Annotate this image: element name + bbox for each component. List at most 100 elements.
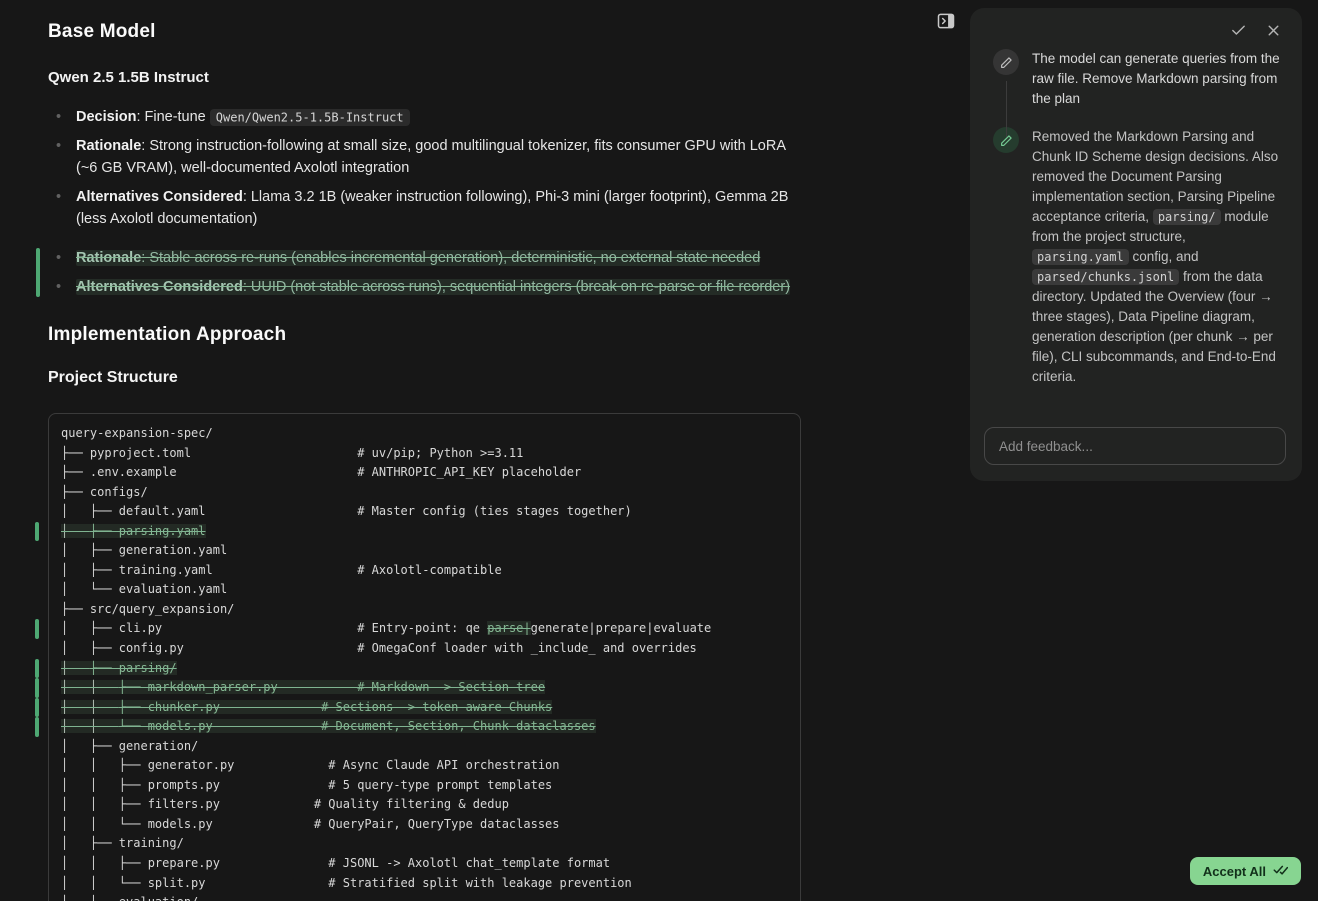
deleted-text: │ │	[61, 700, 119, 714]
text-segment: config, and	[1129, 249, 1199, 264]
text-segment: │ │ └── models.py # QueryPair, QueryType…	[61, 817, 560, 831]
text-segment: generate|prepare|evaluate	[531, 621, 712, 635]
deleted-text: ├── markdown_parser.py # Markdown -> Sec…	[119, 680, 545, 694]
deleted-text: ├── chunker.py # Sections -> token-aware…	[119, 700, 552, 714]
code-line: │ ├── config.py # OmegaConf loader with …	[61, 639, 788, 659]
text-segment: │ └── evaluation.yaml	[61, 582, 227, 596]
deleted-text: parse|	[487, 621, 530, 635]
text-segment: │ │ ├── prompts.py # 5 query-type prompt…	[61, 778, 552, 792]
text-segment: │ ├── training.yaml # Axolotl-compatible	[61, 563, 502, 577]
text-segment: from the data directory. Updated the Ove…	[1032, 269, 1276, 384]
add-feedback-input[interactable]	[984, 427, 1286, 465]
feedback-panel: The model can generate queries from the …	[970, 8, 1302, 481]
text-segment: : Strong instruction-following at small …	[76, 138, 785, 176]
inline-code: parsing/	[1153, 209, 1221, 225]
code-line: │ │ └── split.py # Stratified split with…	[61, 874, 788, 894]
text-segment: │ │ ├── prepare.py # JSONL -> Axolotl ch…	[61, 856, 610, 870]
struck-content: Rationale: Stable across re-runs (enable…	[76, 250, 760, 266]
text-segment: │ └── evaluation/	[61, 895, 198, 901]
bullet-marker: •	[56, 276, 61, 298]
check-icon[interactable]	[1230, 22, 1247, 39]
deletion-marker-bar	[36, 248, 40, 297]
text-segment: : UUID (not stable across runs), sequent…	[243, 279, 790, 295]
code-line: │ │ ├── filters.py # Quality filtering &…	[61, 795, 788, 815]
comment-connector-line	[1006, 81, 1007, 137]
project-structure-code-block: query-expansion-spec/ ├── pyproject.toml …	[48, 413, 801, 901]
deleted-text: └── models.py # Document, Section, Chunk…	[119, 719, 596, 733]
document-pane: Base Model Qwen 2.5 1.5B Instruct • Decis…	[48, 0, 804, 901]
collapse-panel-icon[interactable]	[936, 11, 956, 31]
close-icon[interactable]	[1265, 22, 1282, 39]
deleted-text: │ │	[61, 680, 119, 694]
heading-base-model: Base Model	[48, 21, 804, 43]
deletion-marker-bar	[35, 678, 39, 698]
feedback-panel-header	[984, 22, 1286, 39]
code-line: │ ├── generation.yaml	[61, 541, 788, 561]
code-line: │ └── evaluation.yaml	[61, 580, 788, 600]
bullet-marker: •	[56, 135, 61, 157]
text-segment: │ ├── cli.py # Entry-point: qe	[61, 621, 487, 635]
code-line: │ ├── parsing.yaml	[61, 522, 788, 542]
deletion-marker-bar	[35, 659, 39, 679]
bullet-marker: •	[56, 106, 61, 128]
text-segment: Decision	[76, 109, 136, 125]
deleted-text: │ │	[61, 719, 119, 733]
code-line: │ │ └── models.py # Document, Section, C…	[61, 717, 788, 737]
bullet-item: •Alternatives Considered: Llama 3.2 1B (…	[48, 186, 804, 230]
accept-all-button[interactable]: Accept All	[1190, 857, 1301, 885]
bullet-marker: •	[56, 247, 61, 269]
deletion-marker-bar	[35, 717, 39, 737]
text-segment: │ │ ├── filters.py # Quality filtering &…	[61, 797, 509, 811]
deleted-bullet-group: • Rationale: Stable across re-runs (enabl…	[48, 247, 804, 298]
text-segment: Rationale	[76, 250, 141, 266]
heading-project-structure: Project Structure	[48, 369, 804, 387]
comment-text: The model can generate queries from the …	[1032, 49, 1286, 109]
code-line: ├── pyproject.toml # uv/pip; Python >=3.…	[61, 444, 788, 464]
code-line: │ │ └── models.py # QueryPair, QueryType…	[61, 815, 788, 835]
struck-content: Alternatives Considered: UUID (not stabl…	[76, 279, 790, 295]
code-line: query-expansion-spec/	[61, 424, 788, 444]
text-segment: │ │ └── split.py # Stratified split with…	[61, 876, 632, 890]
code-line: │ └── evaluation/	[61, 893, 788, 901]
deleted-text: ├── parsing/	[90, 661, 177, 675]
text-segment: query-expansion-spec/	[61, 426, 213, 440]
deleted-bullet-list: • Rationale: Stable across re-runs (enabl…	[48, 247, 804, 298]
bullet-item: • Rationale: Strong instruction-following…	[48, 135, 804, 179]
code-line: │ │ ├── markdown_parser.py # Markdown ->…	[61, 678, 788, 698]
code-line: │ ├── training/	[61, 834, 788, 854]
heading-model-name: Qwen 2.5 1.5B Instruct	[48, 69, 804, 86]
code-line: │ ├── parsing/	[61, 659, 788, 679]
double-check-icon	[1273, 862, 1288, 880]
comment-item[interactable]: The model can generate queries from the …	[984, 49, 1286, 109]
code-line: ├── configs/	[61, 483, 788, 503]
text-segment: : Fine-tune	[136, 109, 209, 125]
decision-bullet-list: • Decision: Fine-tune Qwen/Qwen2.5-1.5B-I…	[48, 106, 804, 230]
code-line: │ │ ├── generator.py # Async Claude API …	[61, 756, 788, 776]
pencil-icon	[993, 49, 1019, 75]
text-segment: Alternatives Considered	[76, 279, 243, 295]
deleted-bullet-item: • Rationale: Stable across re-runs (enabl…	[48, 247, 804, 269]
comment-text: Removed the Markdown Parsing and Chunk I…	[1032, 127, 1286, 387]
code-line: │ │ ├── chunker.py # Sections -> token-a…	[61, 698, 788, 718]
comment-thread: The model can generate queries from the …	[984, 49, 1286, 387]
inline-code: parsed/chunks.jsonl	[1032, 269, 1179, 285]
text-segment: ├── pyproject.toml # uv/pip; Python >=3.…	[61, 446, 523, 460]
text-segment: ├── configs/	[61, 485, 148, 499]
text-segment: Rationale	[76, 138, 141, 154]
page-root: { "main": { "title": "Base Model", "subt…	[0, 0, 1318, 901]
deleted-bullet-item: • Alternatives Considered: UUID (not stab…	[48, 276, 804, 298]
text-segment: │ ├── config.py # OmegaConf loader with …	[61, 641, 697, 655]
deletion-marker-bar	[35, 698, 39, 718]
text-segment: │ ├── training/	[61, 836, 184, 850]
inline-code: parsing.yaml	[1032, 249, 1129, 265]
deletion-marker-bar	[35, 619, 39, 639]
inline-code: Qwen/Qwen2.5-1.5B-Instruct	[210, 109, 410, 126]
text-segment: │ ├── generation/	[61, 739, 198, 753]
code-line: ├── .env.example # ANTHROPIC_API_KEY pla…	[61, 463, 788, 483]
code-line: │ ├── cli.py # Entry-point: qe parse|gen…	[61, 619, 788, 639]
text-segment: : Stable across re-runs (enables increme…	[141, 250, 760, 266]
comment-item[interactable]: Removed the Markdown Parsing and Chunk I…	[984, 127, 1286, 387]
heading-implementation-approach: Implementation Approach	[48, 324, 804, 346]
code-line: ├── src/query_expansion/	[61, 600, 788, 620]
accept-all-label: Accept All	[1203, 864, 1266, 879]
